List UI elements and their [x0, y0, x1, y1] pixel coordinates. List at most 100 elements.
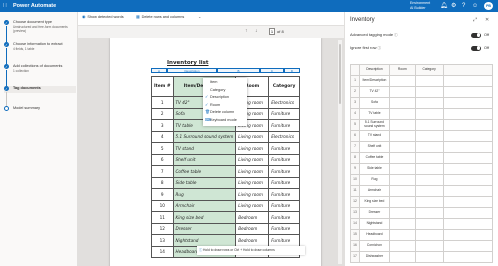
grid-row[interactable]: 4 TV table [350, 108, 494, 120]
grid-category-cell[interactable] [414, 108, 444, 120]
grid-row[interactable]: 12 King size bed [350, 196, 494, 208]
column-header-tag[interactable]: A [151, 68, 167, 73]
context-menu-item[interactable]: ⌨ Keyboard mode [203, 117, 247, 125]
wizard-step[interactable]: ✓ Choose document type Unstructured and fr… [4, 20, 76, 38]
grid-category-cell[interactable] [414, 240, 444, 252]
table-cell[interactable]: Furniture [268, 107, 300, 120]
grid-room-cell[interactable] [388, 251, 416, 263]
table-cell[interactable]: Electronics [268, 96, 300, 109]
table-header-cell[interactable]: Category [268, 76, 300, 97]
grid-description-cell[interactable]: TV stand [358, 130, 390, 142]
grid-room-cell[interactable] [388, 130, 416, 142]
grid-row[interactable]: 2 TV 42" [350, 86, 494, 98]
grid-row[interactable]: 1 Item/Description [350, 75, 494, 87]
table-cell[interactable]: Furniture [268, 188, 300, 201]
table-row[interactable]: 10 Armchair Living room Furniture [151, 199, 300, 212]
table-cell[interactable]: Furniture [268, 199, 300, 212]
app-title[interactable]: Power Automate [13, 2, 56, 10]
column-header-tag[interactable]: C [260, 68, 284, 73]
table-cell[interactable]: 3 [151, 119, 174, 132]
waffle-icon[interactable]: ∷ [3, 3, 9, 9]
table-header-cell[interactable]: Item # [151, 76, 174, 97]
table-cell[interactable]: Shelf unit [172, 153, 237, 166]
table-cell[interactable]: Side table [172, 176, 237, 189]
table-row[interactable]: 7 Coffee table Living room Furniture [151, 165, 300, 178]
table-cell[interactable]: 8 [151, 176, 174, 189]
grid-row[interactable]: 14 Nightstand [350, 218, 494, 230]
table-row[interactable]: 13 Nightstand Bedroom Furniture [151, 234, 300, 247]
table-cell[interactable]: Living room [235, 153, 270, 166]
grid-row[interactable]: 10 Rug [350, 174, 494, 186]
table-cell[interactable]: 1 [151, 96, 174, 109]
column-header-tag[interactable]: Description [167, 68, 217, 73]
grid-column-header[interactable]: Category [414, 64, 444, 76]
grid-row[interactable]: 8 Coffee table [350, 152, 494, 164]
table-cell[interactable]: Living room [235, 188, 270, 201]
grid-description-cell[interactable]: Item/Description [358, 75, 390, 87]
close-icon[interactable]: ✕ [485, 17, 489, 23]
grid-room-cell[interactable] [388, 185, 416, 197]
grid-category-cell[interactable] [414, 218, 444, 230]
arrow-down-icon[interactable]: ↓ [255, 28, 258, 34]
grid-description-cell[interactable]: King size bed [358, 196, 390, 208]
grid-room-cell[interactable] [388, 141, 416, 153]
page-number-input[interactable]: 1 [269, 28, 275, 35]
vertical-scrollbar[interactable] [338, 40, 342, 264]
table-cell[interactable]: 2 [151, 107, 174, 120]
table-cell[interactable]: 14 [151, 245, 174, 258]
grid-row[interactable]: 9 Side table [350, 163, 494, 175]
wizard-step[interactable]: ✓ Tag documents [4, 86, 76, 93]
grid-column-header[interactable]: Description [358, 64, 390, 76]
grid-category-cell[interactable] [414, 185, 444, 197]
arrow-up-icon[interactable]: ↑ [245, 28, 248, 34]
table-cell[interactable]: Living room [235, 199, 270, 212]
grid-category-cell[interactable] [414, 196, 444, 208]
table-cell[interactable]: Living room [235, 176, 270, 189]
grid-description-cell[interactable]: Shelf unit [358, 141, 390, 153]
table-cell[interactable]: 4 [151, 130, 174, 143]
table-cell[interactable]: 5 [151, 142, 174, 155]
document-canvas[interactable]: Inventory list ADescriptionBCD Item #Ite… [78, 38, 344, 266]
gear-icon[interactable]: ⚙ [451, 2, 456, 10]
grid-category-cell[interactable] [414, 86, 444, 98]
grid-category-cell[interactable] [414, 251, 444, 263]
table-cell[interactable]: Furniture [268, 234, 300, 247]
grid-column-header[interactable]: Room [388, 64, 416, 76]
context-menu-item[interactable]: ✓ Description [203, 94, 247, 102]
grid-description-cell[interactable]: 5.1 Surround sound system [358, 119, 390, 131]
grid-description-cell[interactable]: Sofa [358, 97, 390, 109]
table-cell[interactable]: Furniture [268, 142, 300, 155]
ignore-first-row-toggle[interactable] [471, 45, 481, 51]
document-page[interactable]: Inventory list ADescriptionBCD Item #Ite… [110, 38, 321, 266]
show-words-button[interactable]: ◉ Show detected words [82, 15, 124, 20]
context-menu-item[interactable]: Category [203, 87, 247, 95]
table-cell[interactable]: Furniture [268, 165, 300, 178]
expand-icon[interactable]: ⤢ [473, 17, 477, 23]
table-cell[interactable]: 5.1 Surround sound system [172, 130, 237, 143]
table-row[interactable]: 4 5.1 Surround sound system Living room Ele… [151, 130, 300, 143]
table-cell[interactable]: Bedroom [235, 222, 270, 235]
scrollbar-thumb[interactable] [338, 44, 342, 104]
grid-description-cell[interactable]: Armchair [358, 185, 390, 197]
grid-row[interactable]: 11 Armchair [350, 185, 494, 197]
grid-description-cell[interactable]: TV 42" [358, 86, 390, 98]
grid-room-cell[interactable] [388, 119, 416, 131]
grid-category-cell[interactable] [414, 97, 444, 109]
wizard-step[interactable]: ✓ Choose information to extract 4 fields, … [4, 42, 76, 60]
extracted-table-grid[interactable]: Description Room Category 1 Item/Description… [350, 64, 494, 263]
table-cell[interactable]: Nightstand [172, 234, 237, 247]
grid-description-cell[interactable]: Dresser [358, 207, 390, 219]
grid-row[interactable]: 16 Cornichon [350, 240, 494, 252]
table-cell[interactable]: 7 [151, 165, 174, 178]
table-cell[interactable]: Armchair [172, 199, 237, 212]
table-row[interactable]: 11 King size bed Bedroom Furniture [151, 211, 300, 224]
environment-picker[interactable]: Environment AI Builder [410, 1, 430, 10]
grid-room-cell[interactable] [388, 229, 416, 241]
table-cell[interactable]: Living room [235, 165, 270, 178]
table-cell[interactable]: Furniture [268, 176, 300, 189]
grid-room-cell[interactable] [388, 152, 416, 164]
grid-category-cell[interactable] [414, 174, 444, 186]
grid-row[interactable]: 3 Sofa [350, 97, 494, 109]
grid-room-cell[interactable] [388, 207, 416, 219]
grid-description-cell[interactable]: TV table [358, 108, 390, 120]
